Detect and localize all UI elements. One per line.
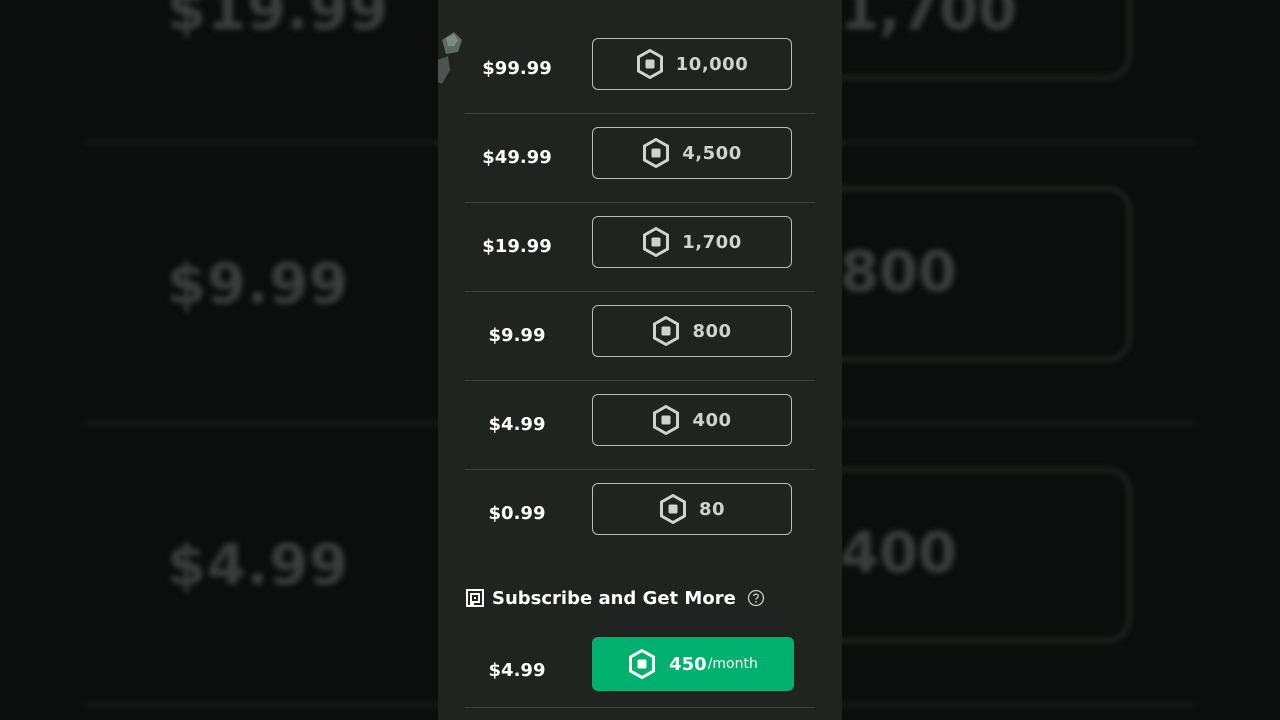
subscription-price: $4.99 [488, 660, 546, 681]
bg-amount-2: 800 [840, 240, 957, 305]
robux-icon [636, 49, 663, 79]
bg-amount-3: 400 [840, 521, 957, 586]
robux-icon [629, 649, 656, 679]
robux-icon [659, 494, 686, 524]
subscription-header: Subscribe and Get More [465, 586, 765, 610]
bg-amount-1: 1,700 [840, 0, 1018, 43]
buy-robux-button[interactable]: 1,700 [592, 216, 792, 268]
robux-amount: 80 [698, 498, 726, 520]
divider [465, 707, 815, 708]
buy-robux-button[interactable]: 80 [592, 483, 792, 535]
robux-icon [653, 405, 680, 435]
buy-robux-button[interactable]: 4,500 [592, 127, 792, 179]
package-price: $49.99 [482, 147, 552, 168]
package-row: $0.99 80 [465, 469, 815, 558]
package-row: $9.99 800 [465, 291, 815, 381]
bg-price-1: $19.99 [167, 0, 390, 43]
robux-icon [653, 316, 680, 346]
robux-amount: 10,000 [675, 53, 749, 75]
robux-amount: 400 [692, 409, 732, 431]
robux-amount: 800 [692, 320, 732, 342]
buy-robux-button[interactable]: 10,000 [592, 38, 792, 90]
package-row: $19.99 1,700 [465, 202, 815, 292]
bg-price-2: $9.99 [167, 252, 350, 317]
robux-icon [643, 138, 670, 168]
subscription-title: Subscribe and Get More [492, 587, 736, 609]
bg-price-3: $4.99 [167, 533, 350, 598]
robux-store-panel: $99.99 10,000 $49.99 4,500 $19.99 1,700 $9.99 8… [438, 0, 842, 720]
package-row: $4.99 400 [465, 380, 815, 470]
help-icon[interactable] [747, 589, 765, 607]
robux-amount: 4,500 [682, 142, 742, 164]
package-price: $0.99 [488, 503, 546, 524]
buy-robux-button[interactable]: 800 [592, 305, 792, 357]
package-row: $49.99 4,500 [465, 113, 815, 203]
package-price: $99.99 [482, 58, 552, 79]
robux-amount: 1,700 [682, 231, 742, 253]
package-price: $9.99 [488, 325, 546, 346]
subscribe-button[interactable]: 450/month [592, 637, 794, 691]
buy-robux-button[interactable]: 400 [592, 394, 792, 446]
package-price: $4.99 [488, 414, 546, 435]
subscription-robux-amount: 450 [669, 653, 707, 675]
premium-icon [466, 589, 484, 607]
package-row: $99.99 10,000 [465, 24, 815, 114]
robux-icon [643, 227, 670, 257]
package-price: $19.99 [482, 236, 552, 257]
decoration-icon [438, 32, 462, 84]
subscription-period: /month [707, 656, 758, 672]
subscription-row: $4.99 450/month [465, 630, 815, 710]
